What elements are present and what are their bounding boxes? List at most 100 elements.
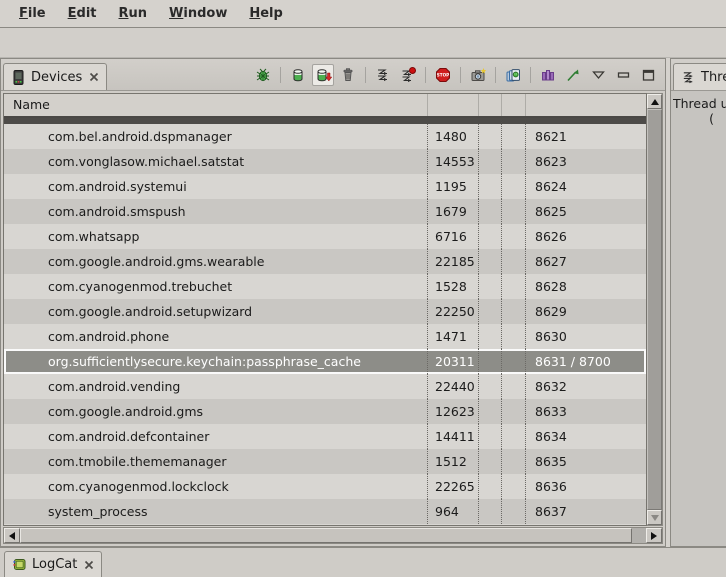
table-row[interactable]: com.cyanogenmod.lockclock222658636 xyxy=(4,474,646,499)
table-header: Name xyxy=(4,94,646,118)
close-icon[interactable] xyxy=(84,560,94,570)
row-col4 xyxy=(502,374,526,399)
menu-edit[interactable]: Edit xyxy=(57,2,108,25)
tab-devices[interactable]: Devices xyxy=(3,63,107,90)
screen-capture-button[interactable] xyxy=(467,64,489,86)
row-col3 xyxy=(479,174,502,199)
right-arrow-icon xyxy=(651,532,657,540)
logcat-icon xyxy=(12,557,27,572)
table-row-selected[interactable]: org.sufficientlysecure.keychain:passphra… xyxy=(4,349,646,374)
system-trace-button[interactable] xyxy=(537,64,559,86)
table-row[interactable]: com.android.vending224408632 xyxy=(4,374,646,399)
table-row[interactable]: system_process9648637 xyxy=(4,499,646,524)
row-name: com.tmobile.thememanager xyxy=(4,449,428,474)
menu-window[interactable]: Window xyxy=(158,2,238,25)
row-col3 xyxy=(479,199,502,224)
device-table-body: com.bel.android.dspmanager14808621com.vo… xyxy=(4,124,646,525)
scroll-down-button[interactable] xyxy=(647,510,662,525)
table-row[interactable]: com.google.android.gms.wearable221858627 xyxy=(4,249,646,274)
table-row[interactable]: com.google.android.gms126238633 xyxy=(4,399,646,424)
toolbar-separator xyxy=(365,67,366,83)
up-arrow-icon xyxy=(651,99,659,105)
row-col3 xyxy=(479,249,502,274)
row-name: com.cyanogenmod.lockclock xyxy=(4,474,428,499)
left-arrow-icon xyxy=(9,532,15,540)
table-row[interactable]: com.tmobile.thememanager15128635 xyxy=(4,449,646,474)
tab-logcat[interactable]: LogCat xyxy=(4,551,102,577)
table-row[interactable]: com.android.systemui11958624 xyxy=(4,174,646,199)
maximize-button[interactable] xyxy=(637,64,659,86)
logcat-panel: LogCat xyxy=(0,547,726,577)
threads-icon xyxy=(681,70,696,85)
menu-file[interactable]: File xyxy=(8,2,57,25)
tab-devices-label: Devices xyxy=(31,70,82,85)
row-pid: 1471 xyxy=(428,324,479,349)
horizontal-scroll-thumb[interactable] xyxy=(20,528,632,543)
vertical-scrollbar[interactable] xyxy=(647,93,663,526)
cause-gc-button[interactable] xyxy=(337,64,359,86)
close-icon[interactable] xyxy=(89,72,99,82)
header-name[interactable]: Name xyxy=(4,94,428,116)
method-profiling-button[interactable] xyxy=(397,64,419,86)
row-pid: 1195 xyxy=(428,174,479,199)
header-col3[interactable] xyxy=(479,94,502,116)
row-pid: 964 xyxy=(428,499,479,524)
header-pid[interactable] xyxy=(428,94,479,116)
menu-run[interactable]: Run xyxy=(108,2,159,25)
dump-hprof-button[interactable] xyxy=(312,64,334,86)
row-col4 xyxy=(502,199,526,224)
minimize-button[interactable] xyxy=(612,64,634,86)
debug-process-button[interactable] xyxy=(252,64,274,86)
threads-panel: Threa Thread up ( xyxy=(670,58,726,547)
table-row[interactable]: com.whatsapp67168626 xyxy=(4,224,646,249)
toolbar-separator xyxy=(425,67,426,83)
header-port[interactable] xyxy=(526,94,646,116)
row-col4 xyxy=(502,349,526,374)
horizontal-scrollbar[interactable] xyxy=(3,527,663,544)
update-threads-button[interactable] xyxy=(372,64,394,86)
menu-bar: File Edit Run Window Help xyxy=(0,0,726,28)
header-col4[interactable] xyxy=(502,94,526,116)
update-heap-button[interactable] xyxy=(287,64,309,86)
tab-threads[interactable]: Threa xyxy=(673,63,726,90)
row-pid: 14553 xyxy=(428,149,479,174)
table-row[interactable]: com.cyanogenmod.trebuchet15288628 xyxy=(4,274,646,299)
row-col3 xyxy=(479,424,502,449)
row-col3 xyxy=(479,274,502,299)
table-row[interactable]: com.google.android.setupwizard222508629 xyxy=(4,299,646,324)
table-row[interactable]: com.bel.android.dspmanager14808621 xyxy=(4,124,646,149)
table-row[interactable]: com.android.smspush16798625 xyxy=(4,199,646,224)
row-col3 xyxy=(479,324,502,349)
scroll-up-button[interactable] xyxy=(647,94,662,109)
stop-process-button[interactable]: STOP xyxy=(432,64,454,86)
devices-toolbar: STOP xyxy=(252,64,665,86)
table-row[interactable]: com.android.defcontainer144118634 xyxy=(4,424,646,449)
row-pid: 22265 xyxy=(428,474,479,499)
row-name: com.android.vending xyxy=(4,374,428,399)
scroll-right-button[interactable] xyxy=(646,528,662,543)
devices-tabbar: Devices xyxy=(1,59,665,91)
row-port: 8634 xyxy=(526,424,646,449)
row-port: 8626 xyxy=(526,224,646,249)
menu-help[interactable]: Help xyxy=(238,2,293,25)
view-menu-button[interactable] xyxy=(587,64,609,86)
empty-toolbar-strip xyxy=(0,28,726,58)
opengl-trace-button[interactable] xyxy=(562,64,584,86)
scroll-left-button[interactable] xyxy=(4,528,20,543)
row-port: 8629 xyxy=(526,299,646,324)
row-col4 xyxy=(502,149,526,174)
threads-tabbar: Threa xyxy=(671,59,726,91)
row-col3 xyxy=(479,399,502,424)
row-port: 8637 xyxy=(526,499,646,524)
table-row[interactable]: com.vonglasow.michael.satstat145538623 xyxy=(4,149,646,174)
vertical-scroll-thumb[interactable] xyxy=(647,109,662,510)
row-col4 xyxy=(502,174,526,199)
table-row[interactable]: com.android.phone14718630 xyxy=(4,324,646,349)
row-col4 xyxy=(502,424,526,449)
row-name: com.vonglasow.michael.satstat xyxy=(4,149,428,174)
view-hierarchy-button[interactable] xyxy=(502,64,524,86)
row-col4 xyxy=(502,474,526,499)
toolbar-separator xyxy=(495,67,496,83)
row-col4 xyxy=(502,449,526,474)
scroll-track[interactable] xyxy=(632,528,646,543)
